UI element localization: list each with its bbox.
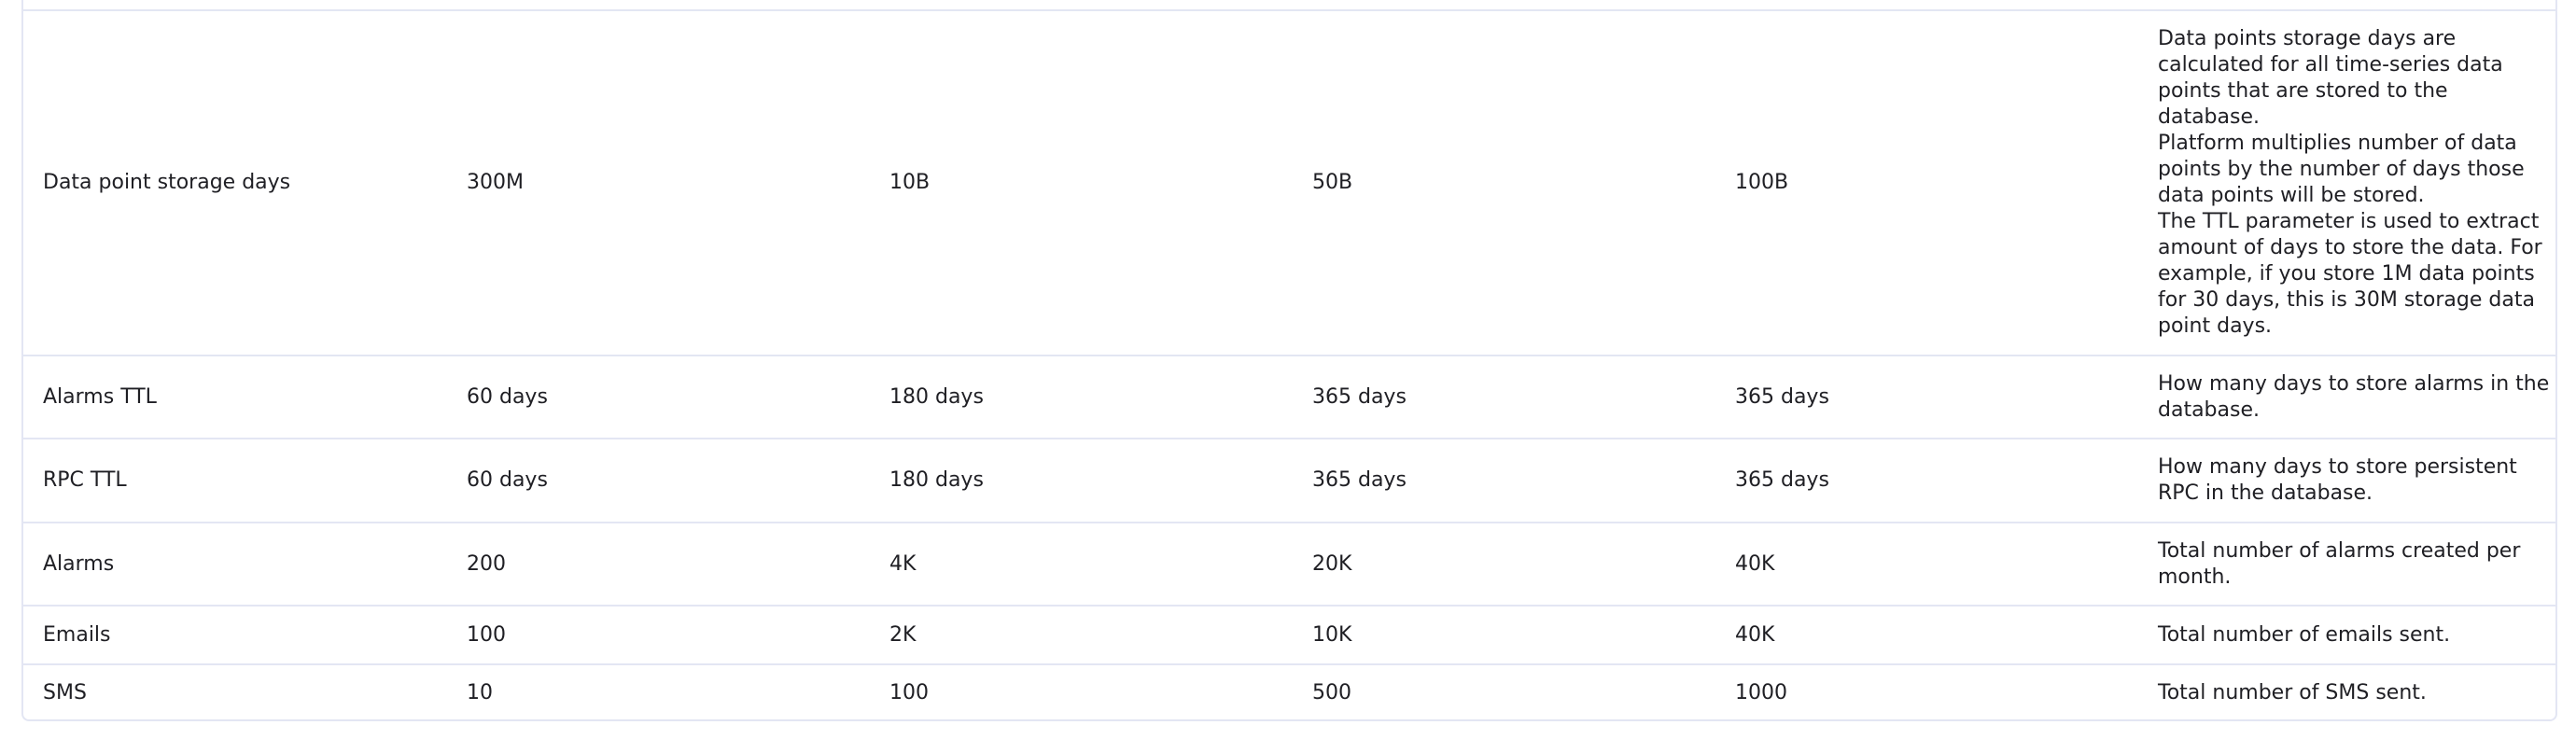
table-row: Emails 100 2K 10K 40K Total number of emails … — [23, 607, 2555, 665]
plan-3-value: 500 — [1312, 681, 1351, 704]
description-line: Total number of emails sent. — [2158, 622, 2451, 647]
description-line: How many days to store persistent — [2158, 455, 2517, 479]
metric-description: Total number of alarms created per month. — [2158, 523, 2550, 605]
plan-4-value: 40K — [1735, 622, 1775, 647]
description-line: points that are stored to the — [2158, 79, 2448, 103]
plan-2-value: 2K — [889, 622, 917, 647]
plan-4-value: 1000 — [1735, 681, 1787, 704]
plan-2-value: 4K — [889, 551, 917, 576]
description-line: Platform multiplies number of data — [2158, 132, 2517, 155]
metric-description: How many days to store alarms in the data… — [2158, 356, 2550, 438]
description-line: Total number of alarms created per — [2158, 538, 2521, 563]
plan-4-value: 40K — [1735, 551, 1775, 576]
description-line: for 30 days, this is 30M storage data — [2158, 288, 2535, 312]
plan-2-value: 180 days — [889, 384, 984, 409]
metric-name: Emails — [43, 622, 111, 647]
table-row: Data point storage days 300M 10B 50B 100B Dat… — [23, 11, 2555, 356]
metric-description: Data points storage days are calculated f… — [2158, 11, 2550, 355]
table-row: Alarms 200 4K 20K 40K Total number of alarms … — [23, 523, 2555, 607]
plan-1-value: 100 — [467, 622, 506, 647]
limits-table: Data point storage days 300M 10B 50B 100B Dat… — [21, 0, 2557, 721]
plan-3-value: 365 days — [1312, 384, 1407, 409]
description-line: points by the number of days those — [2158, 158, 2525, 181]
plan-3-value: 20K — [1312, 551, 1352, 576]
metric-name: RPC TTL — [43, 468, 127, 492]
plan-3-value: 365 days — [1312, 468, 1407, 492]
metric-name: Alarms TTL — [43, 384, 157, 409]
metric-description: How many days to store persistent RPC in … — [2158, 439, 2550, 522]
plan-2-value: 10B — [889, 171, 931, 194]
plan-1-value: 60 days — [467, 468, 548, 492]
metric-name: Data point storage days — [43, 171, 291, 194]
plan-4-value: 365 days — [1735, 384, 1829, 409]
metric-description: Total number of SMS sent. — [2158, 665, 2550, 719]
description-line: database. — [2158, 105, 2260, 129]
description-line: data points will be stored. — [2158, 184, 2425, 207]
plan-3-value: 10K — [1312, 622, 1352, 647]
metric-description: Total number of emails sent. — [2158, 607, 2550, 663]
description-line: How many days to store alarms in the — [2158, 371, 2550, 396]
description-line: month. — [2158, 565, 2232, 589]
metric-name: SMS — [43, 681, 87, 704]
table-row: SMS 10 100 500 1000 Total number of SMS sent. — [23, 665, 2555, 719]
description-line: point days. — [2158, 314, 2273, 338]
description-line: RPC in the database. — [2158, 481, 2373, 505]
metric-name: Alarms — [43, 551, 115, 576]
plan-1-value: 200 — [467, 551, 506, 576]
plan-1-value: 10 — [467, 681, 493, 704]
table-row: Alarms TTL 60 days 180 days 365 days 365 day… — [23, 356, 2555, 439]
plan-4-value: 100B — [1735, 171, 1789, 194]
description-line: calculated for all time-series data — [2158, 53, 2503, 77]
table-row: RPC TTL 60 days 180 days 365 days 365 days Ho… — [23, 439, 2555, 523]
description-line: database. — [2158, 397, 2260, 422]
plan-3-value: 50B — [1312, 171, 1353, 194]
plan-2-value: 180 days — [889, 468, 984, 492]
description-line: The TTL parameter is used to extract — [2158, 210, 2540, 233]
plan-4-value: 365 days — [1735, 468, 1829, 492]
description-line: Data points storage days are — [2158, 27, 2457, 50]
description-line: amount of days to store the data. For — [2158, 236, 2542, 259]
plan-1-value: 300M — [467, 171, 524, 194]
plan-2-value: 100 — [889, 681, 929, 704]
plan-1-value: 60 days — [467, 384, 548, 409]
description-line: example, if you store 1M data points — [2158, 262, 2535, 286]
description-line: Total number of SMS sent. — [2158, 681, 2427, 704]
